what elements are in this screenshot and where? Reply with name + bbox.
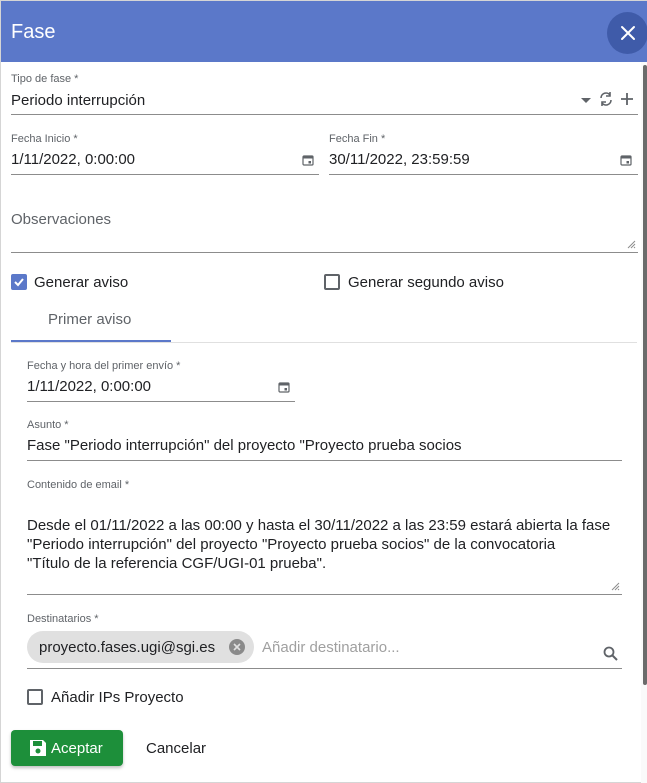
tab-primer-aviso[interactable]: Primer aviso bbox=[11, 301, 171, 343]
search-icon[interactable] bbox=[602, 645, 618, 661]
close-icon bbox=[620, 26, 635, 40]
add-icon[interactable] bbox=[618, 90, 636, 108]
fecha-inicio-label: Fecha Inicio * bbox=[11, 133, 78, 145]
cancel-button[interactable]: Cancelar bbox=[135, 730, 225, 766]
contenido-label: Contenido de email * bbox=[27, 479, 130, 491]
calendar-icon[interactable] bbox=[619, 153, 633, 167]
dialog-header: Fase bbox=[1, 1, 647, 62]
destinatarios-underline bbox=[27, 668, 622, 669]
chip-remove-icon[interactable] bbox=[229, 639, 245, 655]
calendar-icon[interactable] bbox=[301, 153, 315, 167]
observaciones-textarea[interactable]: Observaciones bbox=[11, 211, 111, 228]
tipo-fase-underline bbox=[11, 114, 638, 115]
anadir-ips-checkbox[interactable] bbox=[27, 689, 43, 705]
primer-envio-underline bbox=[27, 401, 295, 402]
accept-button[interactable]: Aceptar bbox=[11, 730, 123, 766]
contenido-underline bbox=[27, 594, 622, 595]
tipo-fase-select[interactable]: Periodo interrupción bbox=[11, 92, 145, 109]
fecha-inicio-input[interactable]: 1/11/2022, 0:00:00 bbox=[11, 151, 135, 168]
save-icon bbox=[30, 740, 46, 756]
destinatarios-label: Destinatarios * bbox=[27, 613, 99, 625]
fecha-fin-input[interactable]: 30/11/2022, 23:59:59 bbox=[329, 151, 470, 168]
recipient-chip-label: proyecto.fases.ugi@sgi.es bbox=[39, 639, 216, 656]
accept-button-label: Aceptar bbox=[51, 740, 103, 757]
generar-aviso-checkbox[interactable] bbox=[11, 274, 27, 290]
dialog-title: Fase bbox=[11, 21, 56, 43]
generar-segundo-aviso-checkbox[interactable] bbox=[324, 274, 340, 290]
generar-aviso-label[interactable]: Generar aviso bbox=[34, 274, 128, 291]
observaciones-underline bbox=[11, 252, 638, 253]
asunto-label: Asunto * bbox=[27, 419, 69, 431]
anadir-ips-label[interactable]: Añadir IPs Proyecto bbox=[51, 689, 184, 706]
asunto-input[interactable]: Fase "Periodo interrupción" del proyecto… bbox=[27, 437, 462, 454]
recipient-chip[interactable]: proyecto.fases.ugi@sgi.es bbox=[27, 631, 254, 663]
resize-handle-icon[interactable] bbox=[610, 581, 620, 591]
generar-segundo-aviso-label[interactable]: Generar segundo aviso bbox=[348, 274, 504, 291]
dropdown-arrow-icon[interactable] bbox=[579, 94, 593, 108]
cancel-button-label: Cancelar bbox=[146, 740, 207, 757]
tab-label: Primer aviso bbox=[48, 311, 132, 328]
fecha-fin-underline bbox=[329, 174, 638, 175]
scrollbar-thumb[interactable] bbox=[643, 65, 647, 685]
refresh-icon[interactable] bbox=[597, 90, 615, 108]
primer-envio-input[interactable]: 1/11/2022, 0:00:00 bbox=[27, 378, 151, 395]
contenido-textarea[interactable]: Desde el 01/11/2022 a las 00:00 y hasta … bbox=[27, 516, 627, 573]
tab-divider bbox=[11, 342, 637, 343]
checkmark-icon bbox=[14, 278, 24, 287]
destinatario-input[interactable]: Añadir destinatario... bbox=[262, 639, 400, 656]
fecha-inicio-underline bbox=[11, 174, 319, 175]
resize-handle-icon[interactable] bbox=[626, 239, 636, 249]
close-button[interactable] bbox=[607, 12, 647, 54]
phase-dialog: Fase Tipo de fase * Periodo interrupción… bbox=[0, 0, 647, 783]
tipo-fase-label: Tipo de fase * bbox=[11, 73, 79, 85]
asunto-underline bbox=[27, 460, 622, 461]
calendar-icon[interactable] bbox=[277, 380, 291, 394]
primer-envio-label: Fecha y hora del primer envío * bbox=[27, 360, 181, 372]
fecha-fin-label: Fecha Fin * bbox=[329, 133, 386, 145]
